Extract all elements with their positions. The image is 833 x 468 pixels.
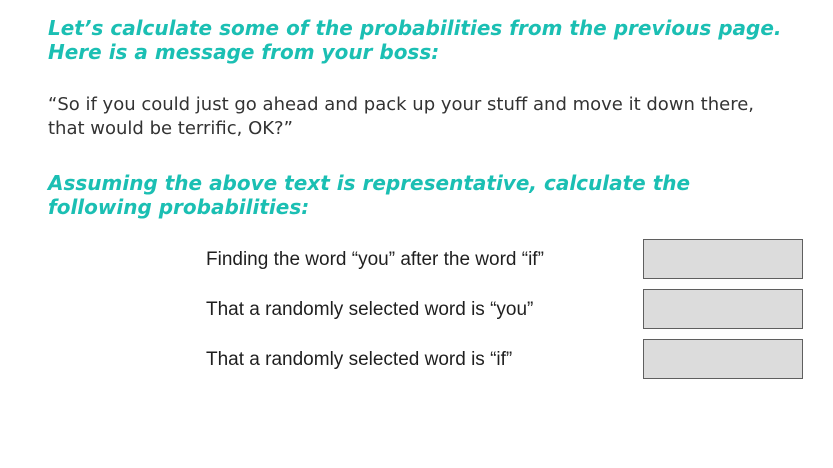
intro-heading: Let’s calculate some of the probabilitie… (48, 16, 782, 64)
question-row-random-if: That a randomly selected word is “if” (0, 339, 833, 381)
question-row-random-you: That a randomly selected word is “you” (0, 289, 833, 331)
question-label: Finding the word “you” after the word “i… (206, 249, 544, 270)
answer-input-you-after-if[interactable] (643, 239, 803, 279)
answer-input-random-if[interactable] (643, 339, 803, 379)
question-label: That a randomly selected word is “you” (206, 299, 534, 320)
boss-message: “So if you could just go ahead and pack … (48, 94, 755, 139)
question-row-you-after-if: Finding the word “you” after the word “i… (0, 239, 833, 281)
question-label: That a randomly selected word is “if” (206, 349, 513, 370)
task-heading: Assuming the above text is representativ… (48, 171, 691, 219)
answer-input-random-you[interactable] (643, 289, 803, 329)
